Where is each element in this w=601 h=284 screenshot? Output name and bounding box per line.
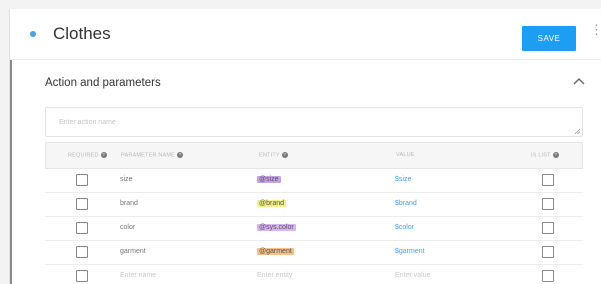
- entity-tag[interactable]: @size: [257, 176, 281, 183]
- required-checkbox[interactable]: [76, 270, 88, 282]
- is-list-checkbox[interactable]: [542, 198, 554, 210]
- help-icon[interactable]: ?: [281, 152, 288, 158]
- parameter-name[interactable]: garment: [120, 248, 146, 255]
- header: Clothes SAVE ⋮: [10, 9, 601, 59]
- table-row: garment @garment $garment: [45, 241, 583, 265]
- parameter-value[interactable]: $garment: [395, 248, 425, 255]
- table-header: REQUIRED? PARAMETER NAME? ENTITY? VALUE …: [45, 142, 583, 169]
- section-title: Action and parameters: [45, 77, 161, 89]
- resize-handle-icon[interactable]: [575, 129, 580, 134]
- required-checkbox[interactable]: [76, 198, 88, 210]
- intent-editor: Clothes SAVE ⋮ Action and parameters REQ…: [9, 9, 601, 284]
- table-row-new: Enter name Enter entity Enter value: [45, 265, 583, 284]
- page-title: Clothes: [53, 24, 111, 43]
- entity-tag[interactable]: @garment: [257, 248, 294, 255]
- parameter-name[interactable]: size: [120, 176, 132, 183]
- action-name-input[interactable]: [46, 108, 582, 136]
- table-row: brand @brand $brand: [45, 193, 583, 217]
- new-parameter-name-input[interactable]: Enter name: [120, 272, 156, 279]
- is-list-checkbox[interactable]: [542, 174, 554, 186]
- chevron-up-icon[interactable]: [571, 74, 587, 90]
- parameter-name[interactable]: color: [120, 224, 135, 231]
- status-dot-icon: [30, 31, 36, 37]
- required-checkbox[interactable]: [76, 174, 88, 186]
- parameter-name[interactable]: brand: [120, 200, 138, 207]
- header-entity: ENTITY?: [259, 152, 288, 159]
- header-value: VALUE: [396, 152, 415, 158]
- is-list-checkbox[interactable]: [542, 222, 554, 234]
- parameter-value[interactable]: $size: [395, 176, 411, 183]
- help-icon[interactable]: ?: [100, 152, 107, 158]
- header-is-list: IS LIST?: [531, 152, 559, 159]
- new-value-input[interactable]: Enter value: [395, 272, 430, 279]
- save-button[interactable]: SAVE: [522, 26, 576, 51]
- header-parameter-name: PARAMETER NAME?: [121, 152, 184, 159]
- more-vert-icon[interactable]: ⋮: [590, 23, 601, 43]
- parameter-value[interactable]: $color: [395, 224, 414, 231]
- required-checkbox[interactable]: [76, 246, 88, 258]
- parameter-value[interactable]: $brand: [395, 200, 417, 207]
- table-row: color @sys.color $color: [45, 217, 583, 241]
- help-icon[interactable]: ?: [552, 152, 559, 158]
- header-required: REQUIRED?: [68, 152, 107, 159]
- required-checkbox[interactable]: [76, 222, 88, 234]
- help-icon[interactable]: ?: [177, 152, 184, 158]
- action-name-field[interactable]: [45, 107, 583, 137]
- table-row: size @size $size: [45, 169, 583, 193]
- action-parameters-section: Action and parameters REQUIRED? PARAMETE…: [10, 59, 601, 284]
- new-entity-input[interactable]: Enter entity: [257, 272, 292, 279]
- is-list-checkbox[interactable]: [542, 270, 554, 282]
- entity-tag[interactable]: @sys.color: [257, 224, 296, 231]
- parameters-table: REQUIRED? PARAMETER NAME? ENTITY? VALUE …: [45, 142, 583, 284]
- is-list-checkbox[interactable]: [542, 246, 554, 258]
- entity-tag[interactable]: @brand: [257, 200, 287, 207]
- section-left-bar: [10, 60, 12, 284]
